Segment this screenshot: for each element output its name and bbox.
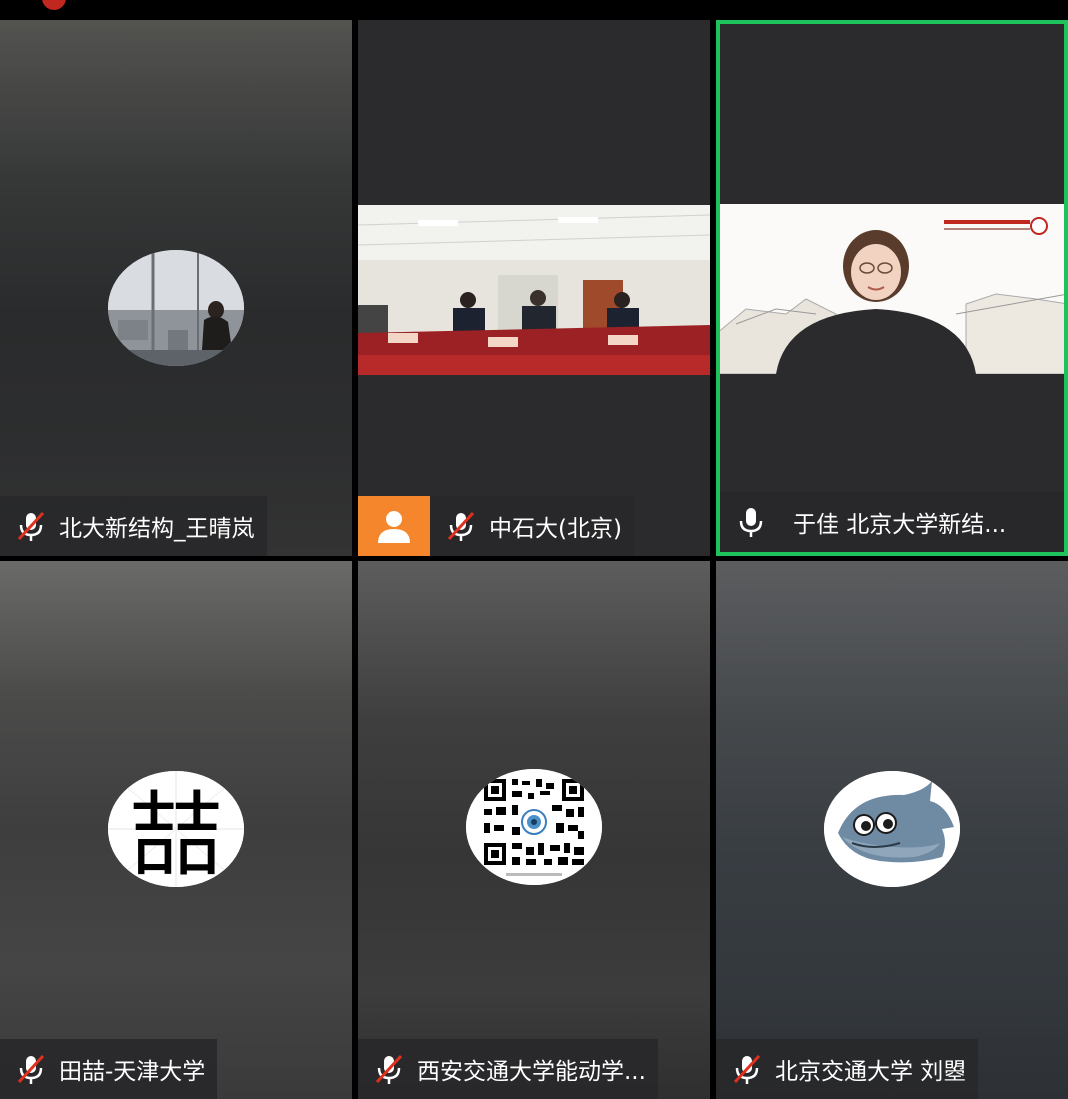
mic-muted-icon[interactable] [443, 508, 479, 544]
mic-muted-icon[interactable] [729, 1051, 765, 1087]
participant-tile[interactable]: 喆 田喆-天津大学 [0, 561, 352, 1099]
name-bar: 北京交通大学 刘曌 [716, 1039, 979, 1099]
participant-tile[interactable]: 北京交通大学 刘曌 [716, 561, 1068, 1099]
avatar: 喆 [108, 771, 244, 887]
participant-name: 田喆-天津大学 [59, 1059, 206, 1085]
video-feed [716, 204, 1068, 374]
mic-muted-icon[interactable] [371, 1051, 407, 1087]
participant-tile-active-speaker[interactable]: 于佳 北京大学新结... [716, 20, 1068, 556]
name-bar: 西安交通大学能动学... [358, 1039, 658, 1099]
top-bar [0, 0, 1068, 18]
mic-muted-icon[interactable] [13, 508, 49, 544]
participant-tile[interactable]: 北大新结构_王晴岚 [0, 20, 352, 556]
shark-icon [824, 771, 960, 887]
avatar [466, 769, 602, 885]
name-bar: 田喆-天津大学 [0, 1039, 218, 1099]
participant-name: 于佳 北京大学新结... [793, 512, 1007, 538]
mic-muted-icon[interactable] [13, 1051, 49, 1087]
avatar-character: 喆 [130, 782, 222, 887]
participant-name: 西安交通大学能动学... [417, 1059, 646, 1085]
participant-name: 北大新结构_王晴岚 [59, 516, 255, 542]
avatar [108, 250, 244, 366]
participant-name: 中石大(北京) [489, 516, 622, 542]
participant-name: 北京交通大学 刘曌 [775, 1059, 967, 1085]
name-bar: 北大新结构_王晴岚 [0, 496, 267, 556]
participant-tile[interactable]: 西安交通大学能动学... [358, 561, 710, 1099]
name-bar: 中石大(北京) [358, 496, 634, 556]
recording-indicator-icon [42, 0, 66, 10]
avatar [824, 771, 960, 887]
qr-code-icon [466, 769, 602, 885]
participant-tile[interactable]: 中石大(北京) [358, 20, 710, 556]
mic-active-icon[interactable] [733, 504, 769, 540]
guest-avatar-icon [358, 496, 430, 556]
video-feed [358, 205, 710, 375]
name-bar: 于佳 北京大学新结... [720, 492, 1064, 552]
